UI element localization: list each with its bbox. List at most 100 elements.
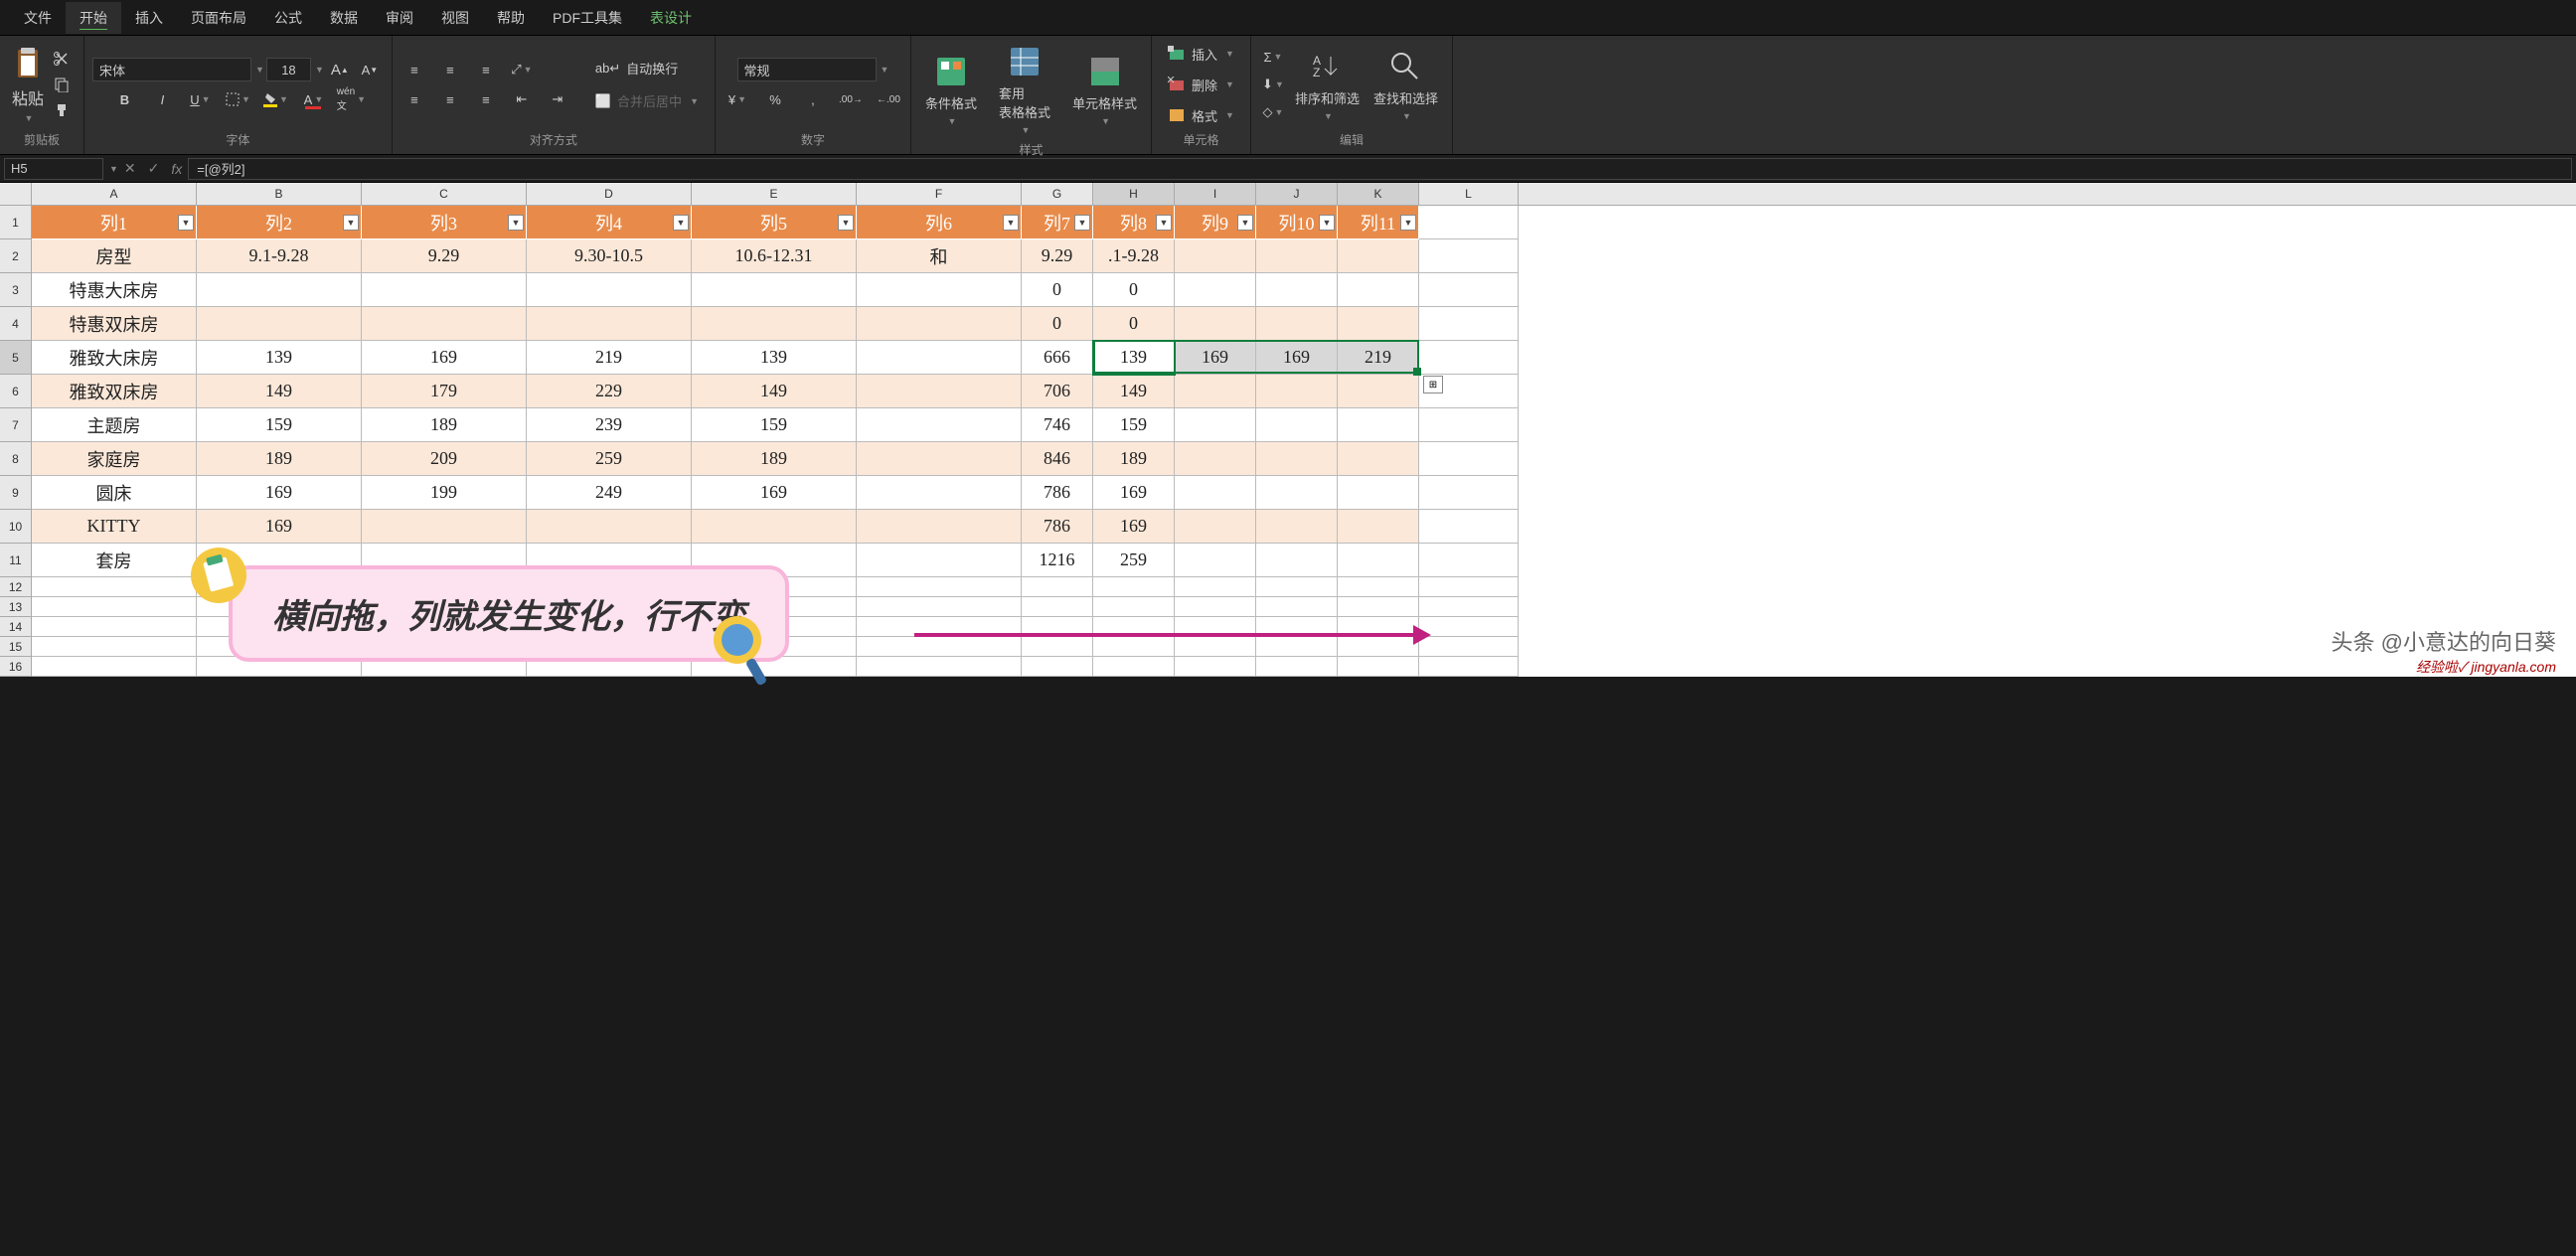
formula-cancel-button[interactable]: ✕ <box>118 160 142 177</box>
align-bottom-button[interactable]: ≡ <box>472 58 500 81</box>
cell[interactable] <box>1175 442 1256 476</box>
orientation-button[interactable]: ⤢▼ <box>508 58 536 81</box>
cell[interactable]: 主题房 <box>32 408 197 442</box>
cell[interactable]: 189 <box>197 442 362 476</box>
cell[interactable] <box>1338 544 1419 577</box>
cell[interactable]: 10.6-12.31 <box>692 239 857 273</box>
row-header-14[interactable]: 14 <box>0 617 32 637</box>
wrap-text-button[interactable]: ab↵自动换行 <box>587 55 707 81</box>
cell[interactable] <box>692 307 857 341</box>
align-left-button[interactable]: ≡ <box>401 87 428 111</box>
cell[interactable] <box>1338 273 1419 307</box>
cell[interactable] <box>1419 307 1519 341</box>
col-header-H[interactable]: H <box>1093 183 1175 205</box>
cell[interactable] <box>1419 341 1519 375</box>
font-size-select[interactable] <box>266 58 311 81</box>
cell[interactable] <box>857 341 1022 375</box>
cell[interactable]: 149 <box>1093 375 1175 408</box>
cell[interactable]: 219 <box>1338 341 1419 375</box>
cell[interactable] <box>1256 637 1338 657</box>
cell[interactable] <box>857 273 1022 307</box>
find-select-button[interactable]: 查找和选择▼ <box>1368 45 1444 125</box>
filter-button[interactable]: ▼ <box>1319 215 1335 231</box>
cell[interactable] <box>1256 476 1338 510</box>
delete-cells-button[interactable]: 删除▼ <box>1160 72 1242 98</box>
cell[interactable]: 9.30-10.5 <box>527 239 692 273</box>
autofill-options-button[interactable]: ⊞ <box>1423 376 1443 393</box>
cell[interactable] <box>857 307 1022 341</box>
insert-cells-button[interactable]: 插入▼ <box>1160 41 1242 68</box>
cell[interactable] <box>1175 577 1256 597</box>
cell[interactable]: 189 <box>1093 442 1175 476</box>
table-header-cell[interactable]: 列2▼ <box>197 206 362 239</box>
cell[interactable] <box>1419 239 1519 273</box>
cell[interactable] <box>1338 307 1419 341</box>
cell[interactable] <box>1256 657 1338 677</box>
cell[interactable] <box>1175 476 1256 510</box>
cell[interactable] <box>857 597 1022 617</box>
cell[interactable]: 169 <box>1256 341 1338 375</box>
cell[interactable] <box>1338 239 1419 273</box>
cell[interactable]: KITTY <box>32 510 197 544</box>
col-header-I[interactable]: I <box>1175 183 1256 205</box>
cell[interactable]: 249 <box>527 476 692 510</box>
cell[interactable]: 169 <box>197 510 362 544</box>
insert-function-button[interactable]: fx <box>165 161 188 177</box>
table-header-cell[interactable]: 列5▼ <box>692 206 857 239</box>
cell[interactable] <box>1093 637 1175 657</box>
col-header-C[interactable]: C <box>362 183 527 205</box>
table-header-cell[interactable]: 列3▼ <box>362 206 527 239</box>
cell[interactable] <box>1175 617 1256 637</box>
cell[interactable]: 149 <box>197 375 362 408</box>
cell[interactable] <box>1338 408 1419 442</box>
cell[interactable]: 199 <box>362 476 527 510</box>
cell[interactable] <box>32 657 197 677</box>
cell[interactable] <box>1256 273 1338 307</box>
cell[interactable] <box>857 637 1022 657</box>
cell[interactable] <box>1256 597 1338 617</box>
cell[interactable] <box>1022 617 1093 637</box>
cell[interactable] <box>527 273 692 307</box>
cell[interactable] <box>32 597 197 617</box>
filter-button[interactable]: ▼ <box>838 215 854 231</box>
accounting-button[interactable]: ¥▼ <box>724 87 751 111</box>
col-header-G[interactable]: G <box>1022 183 1093 205</box>
cell[interactable] <box>197 273 362 307</box>
row-header-12[interactable]: 12 <box>0 577 32 597</box>
cell[interactable]: 149 <box>692 375 857 408</box>
name-box-dropdown[interactable]: ▼ <box>109 164 118 174</box>
cell[interactable]: 169 <box>362 341 527 375</box>
cell[interactable]: 雅致双床房 <box>32 375 197 408</box>
cell[interactable]: 9.29 <box>1022 239 1093 273</box>
cell[interactable] <box>32 637 197 657</box>
cell[interactable] <box>1022 637 1093 657</box>
cell[interactable] <box>197 307 362 341</box>
format-painter-button[interactable] <box>48 98 76 122</box>
align-middle-button[interactable]: ≡ <box>436 58 464 81</box>
cell[interactable] <box>1093 577 1175 597</box>
cell[interactable] <box>1175 239 1256 273</box>
cell[interactable] <box>1175 510 1256 544</box>
phonetic-button[interactable]: wén文▼ <box>337 87 365 111</box>
cell[interactable]: 1216 <box>1022 544 1093 577</box>
cell[interactable] <box>32 617 197 637</box>
row-header-10[interactable]: 10 <box>0 510 32 544</box>
row-header-16[interactable]: 16 <box>0 657 32 677</box>
comma-button[interactable]: , <box>799 87 827 111</box>
cell[interactable]: 259 <box>1093 544 1175 577</box>
cell[interactable] <box>362 510 527 544</box>
cell[interactable]: 786 <box>1022 510 1093 544</box>
row-header-8[interactable]: 8 <box>0 442 32 476</box>
col-header-B[interactable]: B <box>197 183 362 205</box>
cell[interactable] <box>1256 375 1338 408</box>
cell[interactable]: 706 <box>1022 375 1093 408</box>
col-header-J[interactable]: J <box>1256 183 1338 205</box>
cell[interactable] <box>32 577 197 597</box>
cell-style-button[interactable]: 单元格样式▼ <box>1066 50 1143 130</box>
cell[interactable] <box>857 442 1022 476</box>
col-header-L[interactable]: L <box>1419 183 1519 205</box>
cell[interactable] <box>1338 577 1419 597</box>
formula-input[interactable] <box>188 158 2572 180</box>
cell[interactable]: 169 <box>1093 476 1175 510</box>
cell[interactable] <box>1338 637 1419 657</box>
